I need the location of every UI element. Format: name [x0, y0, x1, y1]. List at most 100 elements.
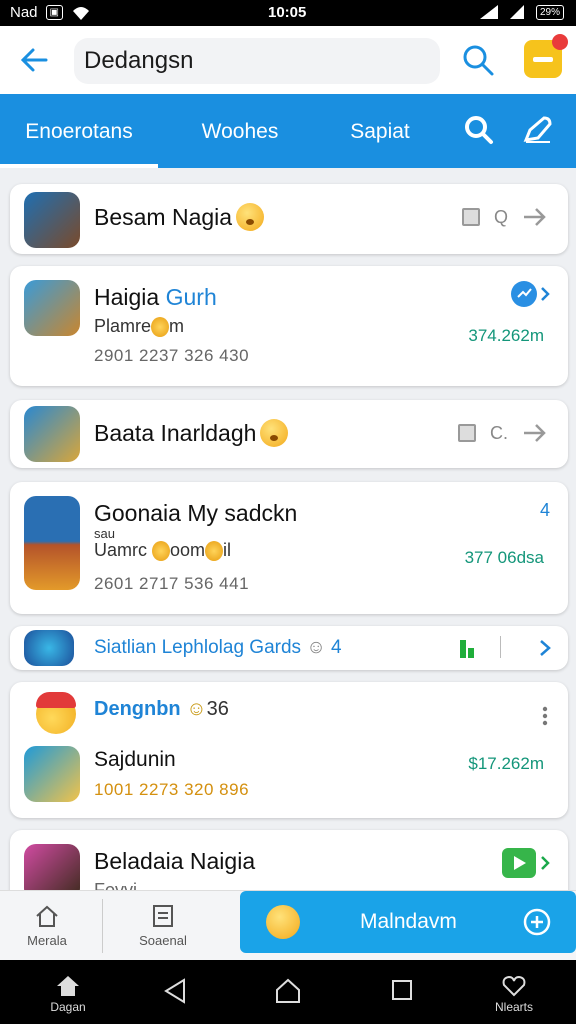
- signal-icon: [479, 5, 498, 19]
- search-input[interactable]: Dedangsn: [74, 38, 440, 84]
- c-icon[interactable]: C.: [490, 423, 508, 444]
- edit-icon[interactable]: [520, 112, 556, 148]
- search-icon[interactable]: [458, 40, 498, 80]
- house-icon: [57, 976, 79, 996]
- tab-bar: Enoerotans Woohes Sapiat: [0, 94, 576, 168]
- tab-sapiat[interactable]: Sapiat: [330, 94, 430, 168]
- avatar: [24, 496, 80, 590]
- item-title-text: Haigia: [94, 284, 166, 310]
- back-arrow-icon[interactable]: [16, 42, 52, 78]
- back-triangle-icon[interactable]: [160, 976, 190, 1006]
- item-actions: C.: [458, 422, 548, 444]
- item-title: Beladaia Naigia: [94, 848, 256, 874]
- item-actions: Q: [461, 206, 548, 228]
- arrow-right-icon[interactable]: [522, 206, 548, 228]
- list-item[interactable]: Siatlian Lephlolag Gards ☺ 4: [10, 626, 568, 670]
- notification-dot: [552, 34, 568, 50]
- coin-icon: [205, 541, 224, 562]
- gallery-icon: ▣: [45, 5, 63, 20]
- list-item[interactable]: Goonaia My sadckn sau Uamrc oom il 2601 2…: [10, 482, 568, 614]
- carrier-label: Nad: [10, 4, 38, 21]
- coin-icon: [151, 317, 170, 338]
- plus-circle-icon: [523, 908, 551, 936]
- hat-icon: [36, 692, 76, 708]
- recents-icon[interactable]: [390, 978, 414, 1002]
- green-chart-icon[interactable]: [458, 636, 478, 660]
- item-header-title-text: Dengnbn: [94, 698, 181, 720]
- emoji-icon: [236, 202, 265, 231]
- system-nav-label: Dagan: [50, 1000, 86, 1014]
- item-title: Besam Nagia: [94, 202, 265, 233]
- arrow-right-icon[interactable]: [522, 422, 548, 444]
- cta-label: Malndavm: [360, 910, 457, 933]
- nav-item-merala[interactable]: Merala: [14, 891, 80, 961]
- bottom-nav: Merala Soaenal Malndavm: [0, 890, 576, 960]
- nav-item-soaenal[interactable]: Soaenal: [126, 891, 200, 961]
- item-meta: 1001 2273 320 896: [94, 780, 250, 799]
- more-vertical-icon[interactable]: [542, 706, 548, 726]
- smiley-icon: ☺: [186, 698, 207, 720]
- list-item[interactable]: Beladaia Naigia Fovvi: [10, 830, 568, 890]
- item-meta: 2601 2717 536 441: [94, 574, 250, 593]
- item-subtitle: Plamre m: [94, 316, 185, 338]
- tab-enoerotans[interactable]: Enoerotans: [0, 94, 158, 168]
- item-badge: 4: [539, 500, 550, 520]
- item-amount: 377 06dsa: [464, 548, 544, 567]
- share-icon[interactable]: [510, 280, 552, 308]
- square-icon[interactable]: [461, 208, 480, 226]
- divider: [500, 636, 501, 658]
- item-tag: sau: [94, 526, 115, 541]
- item-title: Goonaia My sadckn: [94, 500, 298, 526]
- avatar: [24, 280, 80, 336]
- system-nav-bar: Dagan Nlearts: [0, 960, 576, 1024]
- item-title-accent: Gurh: [165, 284, 217, 310]
- item-subtitle: Uamrc oom il: [94, 540, 232, 562]
- system-notes-label[interactable]: Nlearts: [486, 960, 542, 1014]
- item-subtitle-text: Plamre: [94, 316, 152, 336]
- status-bar: Nad ▣ 10:05 29%: [0, 0, 576, 26]
- list-item[interactable]: Baata Inarldagh C.: [10, 400, 568, 468]
- q-icon[interactable]: Q: [494, 207, 508, 228]
- home-icon: [36, 905, 58, 927]
- chevron-right-icon[interactable]: [538, 638, 552, 658]
- item-amount: 374.262m: [468, 326, 544, 345]
- item-amount: $17.262m: [468, 754, 544, 773]
- square-icon[interactable]: [458, 424, 476, 442]
- home-button-icon[interactable]: [273, 976, 303, 1006]
- item-subtitle-end: il: [223, 540, 232, 560]
- cellular-icon: [509, 5, 524, 19]
- cta-button[interactable]: Malndavm: [240, 891, 576, 953]
- avatar: [24, 844, 80, 890]
- tab-search-icon[interactable]: [460, 112, 496, 148]
- play-icon[interactable]: [502, 848, 552, 878]
- item-subtitle-text: Uamrc: [94, 540, 147, 560]
- coin-icon: [152, 541, 171, 562]
- content-list: Besam Nagia Q Haigia Gurh Plamre m 2901 2…: [0, 168, 576, 890]
- item-meta: 2901 2237 326 430: [94, 346, 250, 365]
- item-title-text: Besam Nagia: [94, 204, 233, 230]
- clock: 10:05: [268, 4, 307, 21]
- battery-level: 29%: [539, 6, 560, 18]
- item-title: Siatlian Lephlolag Gards ☺ 4: [94, 637, 342, 659]
- list-item[interactable]: Dengnbn ☺36 Sajdunin 1001 2273 320 896 $…: [10, 682, 568, 818]
- system-home-label[interactable]: Dagan: [40, 960, 96, 1014]
- list-item[interactable]: Haigia Gurh Plamre m 2901 2237 326 430 37…: [10, 266, 568, 386]
- emoji-icon: [260, 418, 289, 447]
- app-bar: Dedangsn: [0, 26, 576, 94]
- system-nav-label: Nlearts: [494, 1000, 533, 1014]
- nav-label: Merala: [27, 933, 67, 948]
- battery-icon: 29%: [535, 4, 564, 20]
- item-header-title: Dengnbn ☺36: [94, 698, 229, 721]
- item-title-text: Siatlian Lephlolag Gards: [94, 637, 302, 658]
- notification-icon[interactable]: [524, 34, 568, 78]
- nav-divider: [102, 899, 103, 953]
- item-subtitle: Sajdunin: [94, 748, 176, 771]
- document-icon: [153, 905, 173, 927]
- avatar: [24, 406, 80, 462]
- tab-woohes[interactable]: Woohes: [180, 94, 300, 168]
- item-subtitle-end: m: [169, 316, 185, 336]
- emoji-small-icon: ☺: [306, 637, 326, 658]
- item-count: 4: [331, 637, 342, 658]
- item-title: Baata Inarldagh: [94, 418, 289, 449]
- list-item[interactable]: Besam Nagia Q: [10, 184, 568, 254]
